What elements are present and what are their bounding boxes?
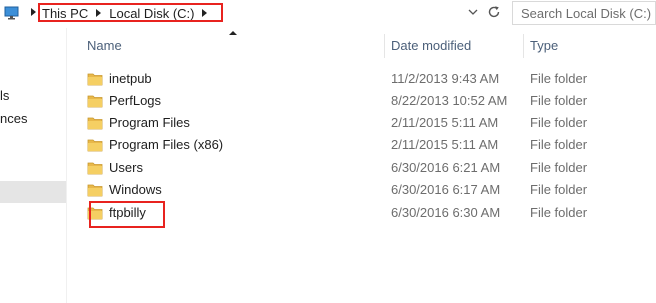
file-row[interactable]: Users 6/30/2016 6:21 AM File folder — [80, 157, 656, 179]
file-row[interactable]: ftpbilly 6/30/2016 6:30 AM File folder — [80, 202, 656, 224]
file-type: File folder — [530, 137, 588, 152]
file-date-modified: 6/30/2016 6:30 AM — [391, 205, 501, 220]
file-row[interactable]: PerfLogs 8/22/2013 10:52 AM File folder — [80, 90, 656, 112]
file-row[interactable]: Program Files (x86) 2/11/2015 5:11 AM Fi… — [80, 134, 656, 156]
file-type: File folder — [530, 182, 588, 197]
file-type: File folder — [530, 93, 588, 108]
chevron-down-icon[interactable] — [467, 6, 479, 18]
file-date-modified: 6/30/2016 6:17 AM — [391, 182, 501, 197]
file-name: Program Files (x86) — [109, 137, 224, 152]
nav-item-fragment[interactable]: nces — [0, 111, 27, 126]
column-header-type[interactable]: Type — [530, 38, 558, 53]
folder-icon — [87, 95, 103, 108]
sort-ascending-icon — [229, 31, 237, 35]
file-type: File folder — [530, 115, 588, 130]
file-type: File folder — [530, 160, 588, 175]
folder-icon — [87, 184, 103, 197]
pane-divider[interactable] — [66, 28, 67, 303]
file-name: Windows — [109, 182, 162, 197]
folder-icon — [87, 162, 103, 175]
file-date-modified: 2/11/2015 5:11 AM — [391, 115, 499, 130]
column-separator[interactable] — [523, 34, 524, 58]
folder-icon — [87, 73, 103, 86]
folder-icon — [87, 117, 103, 130]
column-header-name[interactable]: Name — [87, 38, 122, 53]
file-name: PerfLogs — [109, 93, 162, 108]
breadcrumb-root-arrow-icon[interactable] — [31, 8, 36, 16]
file-name: Program Files — [109, 115, 190, 130]
file-name: inetpub — [109, 71, 152, 86]
file-date-modified: 11/2/2013 9:43 AM — [391, 71, 500, 86]
file-annotation-box — [89, 201, 165, 228]
address-bar: This PC Local Disk (C:) — [0, 0, 656, 28]
file-type: File folder — [530, 205, 588, 220]
file-row[interactable]: Program Files 2/11/2015 5:11 AM File fol… — [80, 112, 656, 134]
file-date-modified: 8/22/2013 10:52 AM — [391, 93, 508, 108]
breadcrumb-annotation-box — [38, 3, 223, 22]
nav-item-selected[interactable] — [0, 181, 66, 203]
file-row[interactable]: Windows 6/30/2016 6:17 AM File folder — [80, 179, 656, 201]
file-date-modified: 2/11/2015 5:11 AM — [391, 137, 499, 152]
file-type: File folder — [530, 71, 588, 86]
file-date-modified: 6/30/2016 6:21 AM — [391, 160, 501, 175]
refresh-icon[interactable] — [486, 4, 502, 20]
file-name: Users — [109, 160, 143, 175]
nav-item-fragment[interactable]: ls — [0, 88, 9, 103]
column-separator[interactable] — [384, 34, 385, 58]
file-row[interactable]: inetpub 11/2/2013 9:43 AM File folder — [80, 68, 656, 90]
this-pc-icon — [4, 6, 19, 20]
column-header-date-modified[interactable]: Date modified — [391, 38, 471, 53]
navigation-pane: ls nces — [0, 28, 66, 303]
search-input[interactable] — [512, 1, 656, 25]
folder-icon — [87, 139, 103, 152]
